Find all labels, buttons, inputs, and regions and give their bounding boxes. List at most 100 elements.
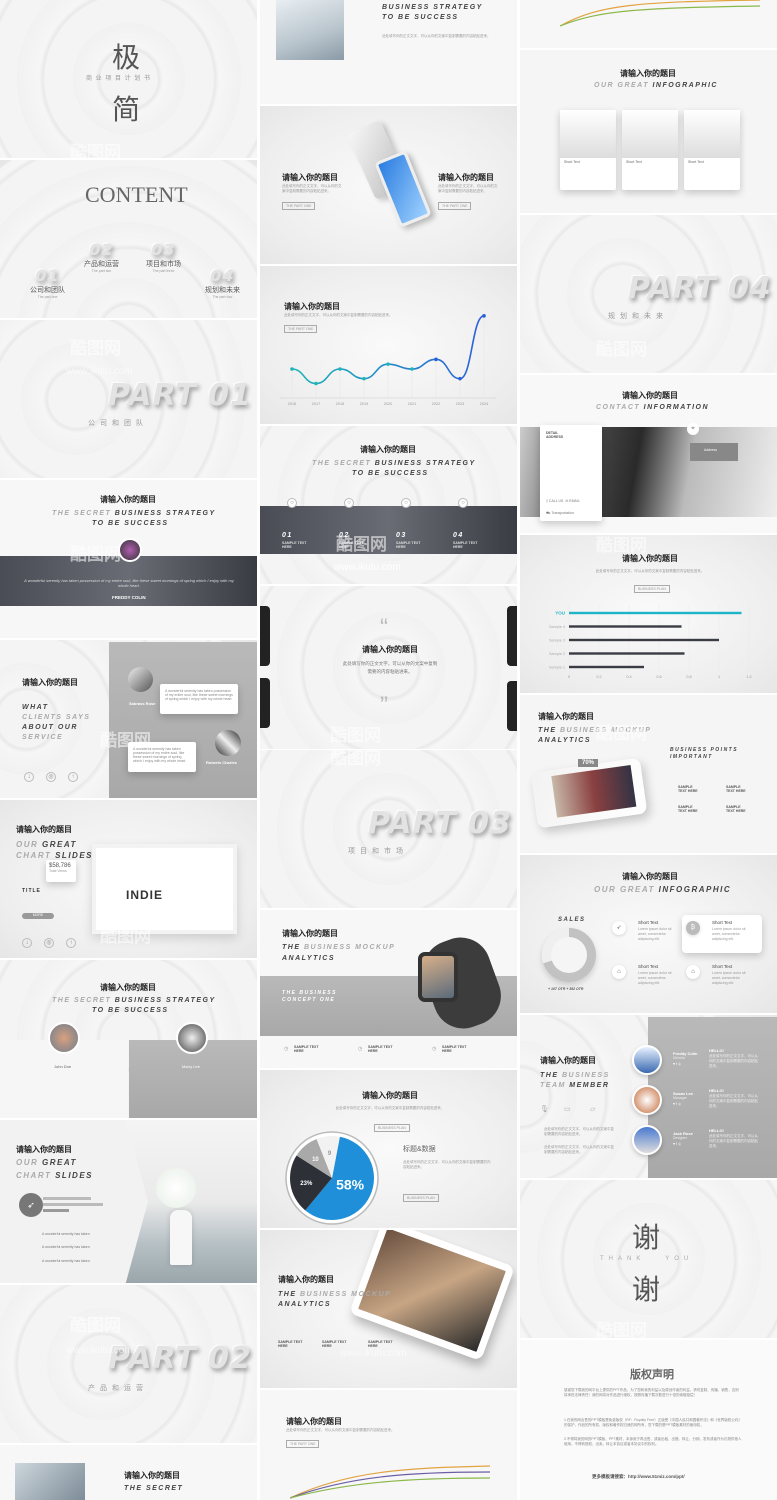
slide-title: 请输入你的题目 [282,929,338,938]
short-text-title: Short Text [638,964,659,969]
slide-line-chart-partial: 请输入你的题目 此处填写你的正文文字，可以从你的文案中复制需要的内容粘贴进来。 … [260,1390,517,1500]
slide-cover: 极 商 业 项 目 计 划 书 简 酷图网 [0,0,257,158]
more-button[interactable]: MORE [22,913,54,919]
transport-label: Transportation [551,511,574,515]
slide-title: 请输入你的题目 [438,173,494,182]
body-text: 此处填写你的正文文字，可以从你的文案中复制需要的内容粘贴进来。 [286,1428,395,1432]
short-text-desc: Lorem ipsum dolor sit amet, consectetur … [712,971,746,985]
slide-title: 请输入你的题目 [362,1091,418,1100]
slide-chart-slides-2: 请输入你的题目 OUR GREAT CHART SLIDES ➶ A wonde… [0,1120,257,1283]
product-card[interactable]: Short Text [684,110,740,190]
content-item-1[interactable]: 01 公司和团队 The part one [30,266,65,300]
strategy-heading-2: TO BE SUCCESS [382,14,459,21]
strategy-heading-2: TO BE SUCCESS [92,1007,169,1014]
mockup-heading: THE BUSINESS MOCKUP [278,1291,392,1298]
short-text-desc: Lorem ipsum dolor sit amet, consectetur … [638,971,672,985]
content-label: 产品和运营 [84,261,119,268]
slide-strategy-top: BUSINESS STRATEGY TO BE SUCCESS 此处填写你的正文… [260,0,517,104]
detail-address: DETAIL ADDRESS [546,431,564,439]
slide-thanks: 谢 THANK YOU 谢 酷图网 [520,1180,777,1338]
member-name: Marry Lee [182,1064,201,1069]
content-num: 04 [210,266,235,285]
content-item-3[interactable]: 03 项目和市场 The part three [146,240,181,274]
slide-contact: 请输入你的题目 CONTACT INFORMATION DETAIL ADDRE… [520,375,777,533]
content-sub: The part two [91,269,112,273]
contact-heading: CONTACT INFORMATION [596,404,710,411]
product-card[interactable]: Short Text [560,110,616,190]
target-icon[interactable]: ◎ [44,938,54,948]
x-tick-label: 0.6 [656,675,661,679]
photo [15,1463,85,1500]
short-text-desc: Lorem ipsum dolor sit amet, consectetur … [712,927,746,941]
body-text: 此处填写你的正文文字，可以从你的文案中复制需要的内容粘贴进来。 [342,661,438,674]
more-templates-link[interactable]: 更多模板请搜索：http://www.51miz.com/ppt/ [592,1474,685,1480]
slide-title: 请输入你的题目 [360,445,416,454]
slide-title: 请输入你的题目 [278,1275,334,1284]
data-point [434,357,438,362]
chart-slides-heading: OUR GREAT [16,840,77,849]
infographic-heading: OUR GREAT INFOGRAPHIC [594,885,732,894]
slide-part-02: PART 02 产品和运营 酷图网 www.ikutu.com [0,1285,257,1443]
slide-tablet: 请输入你的题目 THE BUSINESS MOCKUP ANALYTICS SA… [260,1230,517,1388]
part-one-tag: THE PART ONE [282,202,316,210]
address-label: Address [704,448,717,452]
slide-infographic-products: 请输入你的题目 OUR GREAT INFOGRAPHIC Short Text… [520,50,777,213]
tag-icon: ⌂ [612,965,626,979]
slide-infographic-sales: 请输入你的题目 OUR GREAT INFOGRAPHIC SALES + 10… [520,855,777,1013]
team-bullet: 此处填写你的正文文字，可以从你的文案中复制需要的内容粘贴进来。 [544,1145,614,1154]
laptop-icon: ▱ [590,1106,596,1113]
slide-mockup: 请输入你的题目 THE BUSINESS MOCKUP ANALYTICS 70… [520,695,777,853]
data-point [386,362,390,366]
slide-title: 请输入你的题目 [16,1145,72,1154]
download-icon[interactable]: ↓ [22,938,32,948]
strategy-heading: BUSINESS STRATEGY [382,4,483,11]
video-icon: ▭ [564,1106,571,1113]
target-icon[interactable]: ◎ [46,772,56,782]
body-text: 此处填写你的正文文字，可以从你的文案中复制需要的内容粘贴进来。 [403,1160,491,1169]
phone-mockup [530,757,648,829]
x-tick-label: 1 [718,675,720,679]
call-label: CALL US [548,499,564,503]
team-heading: TEAM MEMBER [540,1082,610,1089]
part-subtitle: 产品和运营 [88,1385,148,1392]
member-bio: 此处填写你的正文文字，可以从你的文案中复制需要的内容粘贴进来。 [709,1054,758,1068]
slide-title: 请输入你的题目 [124,1471,180,1480]
content-label: 规划和未来 [205,287,240,294]
strategy-heading-2: TO BE SUCCESS [92,520,169,527]
price-card: $58,786 Total Views [46,860,76,882]
upload-icon[interactable]: ↑ [66,938,76,948]
points-heading: BUSINESS POINTS [670,747,739,753]
member-role: Director [673,1056,686,1060]
progress-bar [43,1203,103,1206]
team-heading: THE BUSINESS [540,1072,610,1079]
content-item-4[interactable]: 04 规划和未来 The part four [205,266,240,300]
feature-number: 01 [282,532,293,539]
data-point [362,376,366,381]
slide-team-strategy: 请输入你的题目 THE SECRET BUSINESS STRATEGY TO … [0,960,257,1118]
part-subtitle: 项目和市场 [348,848,408,855]
slide-strategy-partial: 请输入你的题目 THE SECRET [0,1445,257,1500]
content-item-2[interactable]: 02 产品和运营 The part two [84,240,119,274]
product-card[interactable]: Short Text [622,110,678,190]
x-tick-label: 2019 [360,402,368,406]
feature-label: SAMPLE TEXT HERE [339,541,364,549]
strategy-heading: THE SECRET BUSINESS STRATEGY [312,460,476,467]
cover-char-2: 简 [112,93,141,126]
location-pin-icon[interactable]: ⌖ [687,423,699,435]
download-icon[interactable]: ↓ [24,772,34,782]
x-tick-label: 0.4 [626,675,631,679]
feature-number: 02 [339,532,350,539]
slide-title: 请输入你的题目 [540,1056,596,1065]
email-icon: ✉ [565,499,569,503]
sample-text: SAMPLE TEXT HERE [726,785,746,793]
laptop-image: INDIE [92,844,237,934]
testimonial-bubble: A wonderful serenity has taken possessio… [160,684,238,714]
clients-heading: CLIENTS SAYS [22,714,91,721]
client-name: Sabrass Rose [129,701,156,706]
upload-icon[interactable]: ↑ [68,772,78,782]
phone-icon: ▯ [546,499,548,503]
client-avatar [128,667,153,692]
member-name: John Doe [54,1064,72,1069]
slide-quote: “ 请输入你的题目 此处填写你的正文文字，可以从你的文案中复制需要的内容粘贴进来… [260,586,517,749]
slide-title: 请输入你的题目 [620,69,676,78]
